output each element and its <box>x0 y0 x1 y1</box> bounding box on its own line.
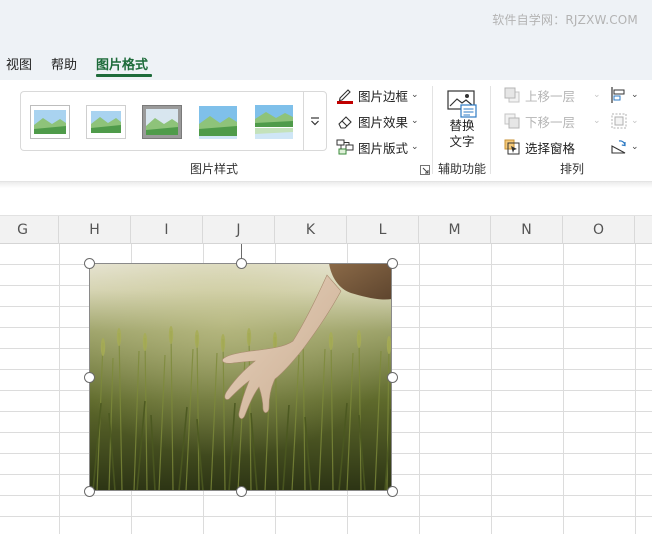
column-header-i[interactable]: I <box>131 216 203 244</box>
group-label-picture-styles: 图片样式 <box>190 162 239 176</box>
chevron-down-icon: ⌄ <box>593 90 601 100</box>
picture-style-thumb-reflection[interactable] <box>254 105 294 139</box>
column-header-o[interactable]: O <box>563 216 635 244</box>
group-label-arrange: 排列 <box>560 162 585 176</box>
chevron-down-icon: ⌄ <box>631 116 639 126</box>
gallery-expand-icon <box>311 117 319 126</box>
tab-picture-format[interactable]: 图片格式 <box>96 54 148 73</box>
selection-pane-icon <box>503 138 521 156</box>
resize-handle-middle-left[interactable] <box>84 372 95 383</box>
rotate-icon <box>611 140 626 154</box>
resize-handle-bottom-right[interactable] <box>387 486 398 497</box>
wheat-field-photo <box>89 263 392 491</box>
resize-handle-top-left[interactable] <box>84 258 95 269</box>
ribbon-separator <box>432 86 433 174</box>
picture-style-gallery <box>20 91 303 151</box>
bring-forward-button[interactable]: 上移一层 ⌄ <box>503 85 601 105</box>
column-header-row: G H I J K L M N O <box>0 216 652 244</box>
picture-border-button[interactable]: 图片边框 ⌄ <box>336 85 419 105</box>
pencil-border-icon <box>336 86 354 104</box>
tab-view[interactable]: 视图 <box>6 54 32 73</box>
alt-text-image-icon <box>447 90 477 118</box>
picture-effects-button[interactable]: 图片效果 ⌄ <box>336 111 419 131</box>
picture-style-thumb-white-frame[interactable] <box>86 105 126 139</box>
align-button[interactable]: ⌄ <box>610 85 639 105</box>
column-header-j[interactable]: J <box>203 216 275 244</box>
align-left-icon <box>611 87 625 103</box>
chevron-down-icon: ⌄ <box>631 142 639 152</box>
picture-style-thumb-soft-edge[interactable] <box>198 105 238 139</box>
gallery-more-button[interactable] <box>303 91 327 151</box>
bring-forward-icon <box>503 86 521 104</box>
column-header-l[interactable]: L <box>347 216 419 244</box>
dialog-launcher-icon[interactable] <box>420 165 430 175</box>
picture-style-thumb-simple-frame[interactable] <box>30 105 70 139</box>
resize-handle-middle-right[interactable] <box>387 372 398 383</box>
chevron-down-icon: ⌄ <box>411 142 419 152</box>
alt-text-button[interactable]: 替换 文字 <box>444 90 480 152</box>
send-backward-button[interactable]: 下移一层 ⌄ <box>503 111 601 131</box>
picture-layout-button[interactable]: 图片版式 ⌄ <box>336 137 419 157</box>
tab-help[interactable]: 帮助 <box>51 54 77 73</box>
column-header-g[interactable]: G <box>0 216 59 244</box>
inserted-picture[interactable] <box>89 263 392 491</box>
chevron-down-icon: ⌄ <box>411 90 419 100</box>
chevron-down-icon: ⌄ <box>411 116 419 126</box>
active-tab-indicator <box>96 74 152 77</box>
smartart-layout-icon <box>336 138 354 156</box>
chevron-down-icon: ⌄ <box>593 116 601 126</box>
group-label-accessibility: 辅助功能 <box>438 162 487 176</box>
column-header-h[interactable]: H <box>59 216 131 244</box>
picture-style-thumb-gray-frame[interactable] <box>142 105 182 139</box>
resize-handle-top-middle[interactable] <box>236 258 247 269</box>
watermark-text: 软件自学网：RJZXW.COM <box>492 13 638 27</box>
eraser-effects-icon <box>336 112 354 130</box>
formula-bar-area <box>0 188 652 216</box>
resize-handle-bottom-middle[interactable] <box>236 486 247 497</box>
rotate-button[interactable]: ⌄ <box>610 137 639 157</box>
resize-handle-top-right[interactable] <box>387 258 398 269</box>
group-objects-icon <box>611 113 627 129</box>
selection-pane-button[interactable]: 选择窗格 <box>503 137 575 157</box>
ribbon: 图片边框 ⌄ 图片效果 ⌄ 图片版式 ⌄ 图片样式 替换 文字 辅助功能 上移一… <box>0 80 652 182</box>
column-header-k[interactable]: K <box>275 216 347 244</box>
send-backward-icon <box>503 112 521 130</box>
resize-handle-bottom-left[interactable] <box>84 486 95 497</box>
ribbon-separator <box>490 86 491 174</box>
group-objects-button[interactable]: ⌄ <box>610 111 639 131</box>
chevron-down-icon: ⌄ <box>631 90 639 100</box>
column-header-m[interactable]: M <box>419 216 491 244</box>
column-header-n[interactable]: N <box>491 216 563 244</box>
